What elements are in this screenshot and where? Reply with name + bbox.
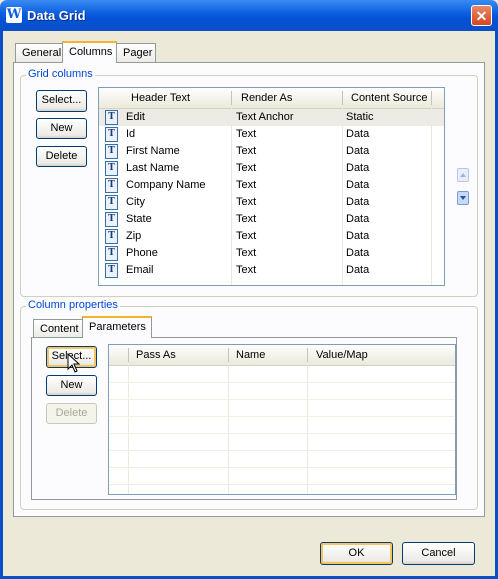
tab-pager[interactable]: Pager: [116, 43, 156, 62]
cell-content-source: Data: [346, 128, 370, 140]
cell-content-source: Data: [346, 213, 370, 225]
table-row[interactable]: T Id Text Data: [99, 126, 444, 143]
title-bar: W Data Grid ✕: [0, 0, 498, 31]
tab-general[interactable]: General: [15, 43, 63, 62]
cell-header-text: State: [126, 213, 152, 225]
cell-render-as: Text Anchor: [236, 111, 294, 123]
text-column-icon: T: [105, 195, 118, 210]
close-button[interactable]: ✕: [471, 5, 492, 26]
table-row[interactable]: T Last Name Text Data: [99, 160, 444, 177]
table-row[interactable]: T Email Text Data: [99, 262, 444, 279]
text-column-icon: T: [105, 127, 118, 142]
tab-columns[interactable]: Columns: [62, 41, 117, 63]
cell-content-source: Data: [346, 247, 370, 259]
text-column-icon: T: [105, 178, 118, 193]
cell-render-as: Text: [236, 230, 257, 242]
column-header-name[interactable]: Name: [236, 349, 265, 361]
cell-content-source: Data: [346, 179, 370, 191]
table-row[interactable]: T First Name Text Data: [99, 143, 444, 160]
move-up-icon[interactable]: [457, 168, 469, 182]
column-header-value-map[interactable]: Value/Map: [316, 349, 368, 361]
cell-content-source: Static: [346, 111, 374, 123]
text-column-icon: T: [105, 263, 118, 278]
tab-content[interactable]: Content: [33, 319, 83, 338]
cell-render-as: Text: [236, 145, 257, 157]
cell-render-as: Text: [236, 213, 257, 225]
cell-content-source: Data: [346, 162, 370, 174]
cell-render-as: Text: [236, 179, 257, 191]
cell-render-as: Text: [236, 162, 257, 174]
columns-tab-panel: Grid columns Select... New Delete Header…: [13, 62, 485, 517]
column-header-render-as[interactable]: Render As: [241, 92, 292, 104]
cell-header-text: Edit: [126, 111, 145, 123]
cell-render-as: Text: [236, 264, 257, 276]
cell-header-text: Email: [126, 264, 154, 276]
cell-header-text: Company Name: [126, 179, 206, 191]
cell-render-as: Text: [236, 128, 257, 140]
table-row[interactable]: T Zip Text Data: [99, 228, 444, 245]
text-column-icon: T: [105, 212, 118, 227]
move-down-icon[interactable]: [457, 191, 469, 205]
select-columns-button[interactable]: Select...: [36, 90, 87, 112]
cell-header-text: Zip: [126, 230, 142, 242]
window-frame-left: [0, 31, 3, 579]
mouse-pointer-icon: [67, 353, 81, 373]
cell-content-source: Data: [346, 264, 370, 276]
cell-header-text: Phone: [126, 247, 158, 259]
delete-parameter-button: Delete: [46, 403, 97, 424]
table-row[interactable]: T Phone Text Data: [99, 245, 444, 262]
text-column-icon: T: [105, 229, 118, 244]
new-parameter-button[interactable]: New: [46, 375, 97, 396]
column-properties-label: Column properties: [26, 299, 120, 311]
table-row[interactable]: T City Text Data: [99, 194, 444, 211]
column-header-content-source[interactable]: Content Source: [351, 92, 427, 104]
text-column-icon: T: [105, 110, 118, 125]
column-header-pass-as[interactable]: Pass As: [136, 349, 176, 361]
text-column-icon: T: [105, 161, 118, 176]
app-icon: W: [6, 7, 22, 23]
cell-header-text: City: [126, 196, 145, 208]
grid-columns-header: Header Text Render As Content Source: [99, 88, 444, 109]
cell-content-source: Data: [346, 196, 370, 208]
ok-button[interactable]: OK: [320, 542, 393, 565]
cell-header-text: Id: [126, 128, 136, 140]
new-column-button[interactable]: New: [36, 118, 87, 139]
text-column-icon: T: [105, 144, 118, 159]
parameters-header: Pass As Name Value/Map: [109, 345, 455, 366]
cell-render-as: Text: [236, 247, 257, 259]
grid-columns-label: Grid columns: [26, 68, 95, 80]
tab-parameters[interactable]: Parameters: [82, 316, 152, 338]
delete-column-button[interactable]: Delete: [36, 146, 87, 167]
text-column-icon: T: [105, 246, 118, 261]
column-header-header-text[interactable]: Header Text: [131, 92, 190, 104]
table-row[interactable]: T Company Name Text Data: [99, 177, 444, 194]
cell-header-text: First Name: [126, 145, 180, 157]
parameters-tab-panel: Select... New Delete Pass As Name Value/…: [31, 337, 457, 500]
cancel-button[interactable]: Cancel: [402, 542, 475, 565]
table-row[interactable]: T State Text Data: [99, 211, 444, 228]
window-title: Data Grid: [27, 8, 86, 23]
parameters-table[interactable]: Pass As Name Value/Map: [108, 344, 456, 495]
cell-header-text: Last Name: [126, 162, 180, 174]
cell-render-as: Text: [236, 196, 257, 208]
table-row[interactable]: T Edit Text Anchor Static: [99, 109, 444, 126]
grid-columns-table[interactable]: Header Text Render As Content Source T Ed…: [98, 87, 445, 286]
cell-content-source: Data: [346, 145, 370, 157]
cell-content-source: Data: [346, 230, 370, 242]
